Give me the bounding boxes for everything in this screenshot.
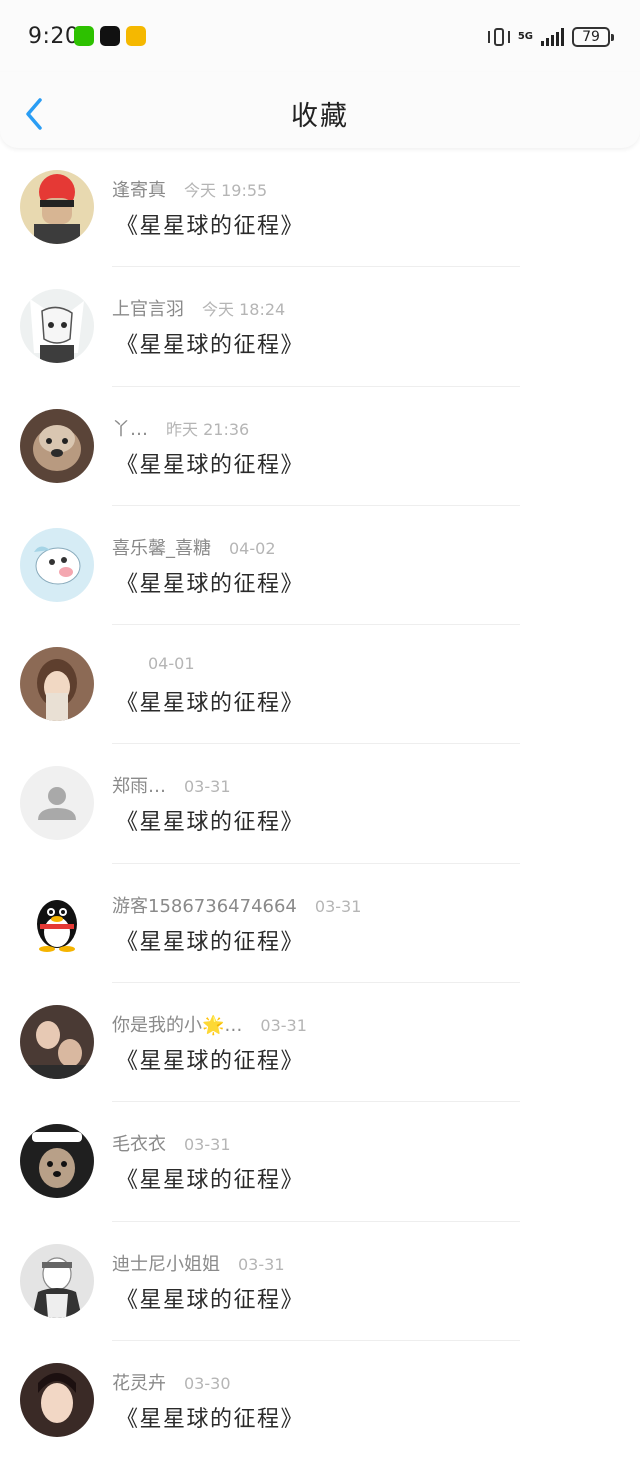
user-name: 花灵卉 (112, 1372, 166, 1394)
network-label: 5G (517, 31, 533, 42)
list-item[interactable]: 你是我的小🌟… 03-31 《星星球的征程》 (0, 983, 640, 1103)
user-name: 毛衣衣 (112, 1134, 166, 1156)
timestamp: 03-30 (184, 1373, 231, 1393)
user-name: 上官言羽 (112, 299, 184, 321)
status-indicators: 5G 79 (487, 24, 614, 50)
avatar[interactable] (20, 408, 94, 483)
avatar[interactable] (20, 647, 94, 722)
qq-penguin-icon[interactable] (20, 885, 94, 960)
list-item[interactable]: 逢寄真 今天 19:55 《星星球的征程》 (0, 148, 640, 268)
notes-app-icon (126, 26, 146, 46)
timestamp: 03-31 (314, 896, 362, 916)
avatar[interactable] (20, 1243, 94, 1318)
user-name: 游客1586736474664 (112, 895, 297, 917)
timestamp: 03-31 (260, 1016, 307, 1036)
status-time: 9:20 (28, 24, 80, 49)
timestamp: 今天 19:55 (184, 181, 268, 200)
list-item[interactable]: 迪士尼小姐姐 03-31 《星星球的征程》 (0, 1222, 640, 1341)
timestamp: 昨天 21:36 (166, 419, 250, 439)
timestamp: 03-31 (184, 777, 231, 797)
book-title[interactable]: 《星星球的征程》 (116, 447, 304, 479)
list-item[interactable]: 04-01 《星星球的征程》 (0, 625, 640, 745)
book-title[interactable]: 《星星球的征程》 (116, 566, 304, 598)
avatar[interactable] (20, 289, 94, 364)
book-title[interactable]: 《星星球的征程》 (116, 1401, 304, 1433)
status-bar: 9:20 5G 79 (0, 0, 640, 72)
timestamp: 03-31 (238, 1254, 285, 1274)
timestamp: 04-02 (229, 538, 276, 558)
list-item[interactable]: 喜乐馨_喜糖 04-02 《星星球的征程》 (0, 506, 640, 626)
vibrate-icon (487, 26, 510, 48)
timestamp: 今天 18:24 (202, 300, 286, 320)
book-title[interactable]: 《星星球的征程》 (116, 924, 304, 956)
list-item[interactable]: 上官言羽 今天 18:24 《星星球的征程》 (0, 267, 640, 387)
list-item[interactable]: 花灵卉 03-30 《星星球的征程》 (0, 1341, 640, 1460)
timestamp: 03-31 (184, 1135, 231, 1155)
avatar[interactable] (20, 1005, 94, 1080)
user-name: 逢寄真 (112, 180, 166, 201)
book-title[interactable]: 《星星球的征程》 (116, 1162, 304, 1194)
book-title[interactable]: 《星星球的征程》 (116, 685, 304, 717)
avatar[interactable] (20, 1362, 94, 1437)
default-avatar-icon[interactable] (20, 766, 94, 841)
user-name: 丫… (112, 418, 148, 440)
book-title[interactable]: 《星星球的征程》 (116, 1043, 304, 1075)
user-name: 迪士尼小姐姐 (112, 1253, 220, 1275)
user-name: 郑雨… (112, 776, 166, 798)
user-name: 喜乐馨_喜糖 (112, 537, 211, 559)
book-title[interactable]: 《星星球的征程》 (116, 1282, 304, 1314)
avatar[interactable] (20, 1124, 94, 1199)
list-item[interactable]: 游客1586736474664 03-31 《星星球的征程》 (0, 864, 640, 984)
favorites-list: 逢寄真 今天 19:55 《星星球的征程》 上官言羽 今天 18:24 《星星球的征… (0, 148, 640, 1460)
wechat-icon (74, 26, 94, 46)
nav-bar: 收藏 (0, 72, 640, 148)
list-item[interactable]: 郑雨… 03-31 《星星球的征程》 (0, 744, 640, 864)
list-item[interactable]: 毛衣衣 03-31 《星星球的征程》 (0, 1102, 640, 1222)
list-item[interactable]: 丫… 昨天 21:36 《星星球的征程》 (0, 387, 640, 506)
user-name: 你是我的小🌟… (112, 1015, 243, 1037)
capcut-icon (100, 26, 120, 46)
signal-icon (541, 28, 564, 46)
timestamp: 04-01 (148, 654, 195, 674)
avatar[interactable] (20, 527, 94, 602)
page-title: 收藏 (291, 101, 349, 132)
avatar[interactable] (20, 170, 94, 244)
book-title[interactable]: 《星星球的征程》 (116, 804, 304, 836)
book-title[interactable]: 《星星球的征程》 (116, 208, 304, 240)
battery-icon: 79 (572, 27, 614, 47)
book-title[interactable]: 《星星球的征程》 (116, 327, 304, 359)
